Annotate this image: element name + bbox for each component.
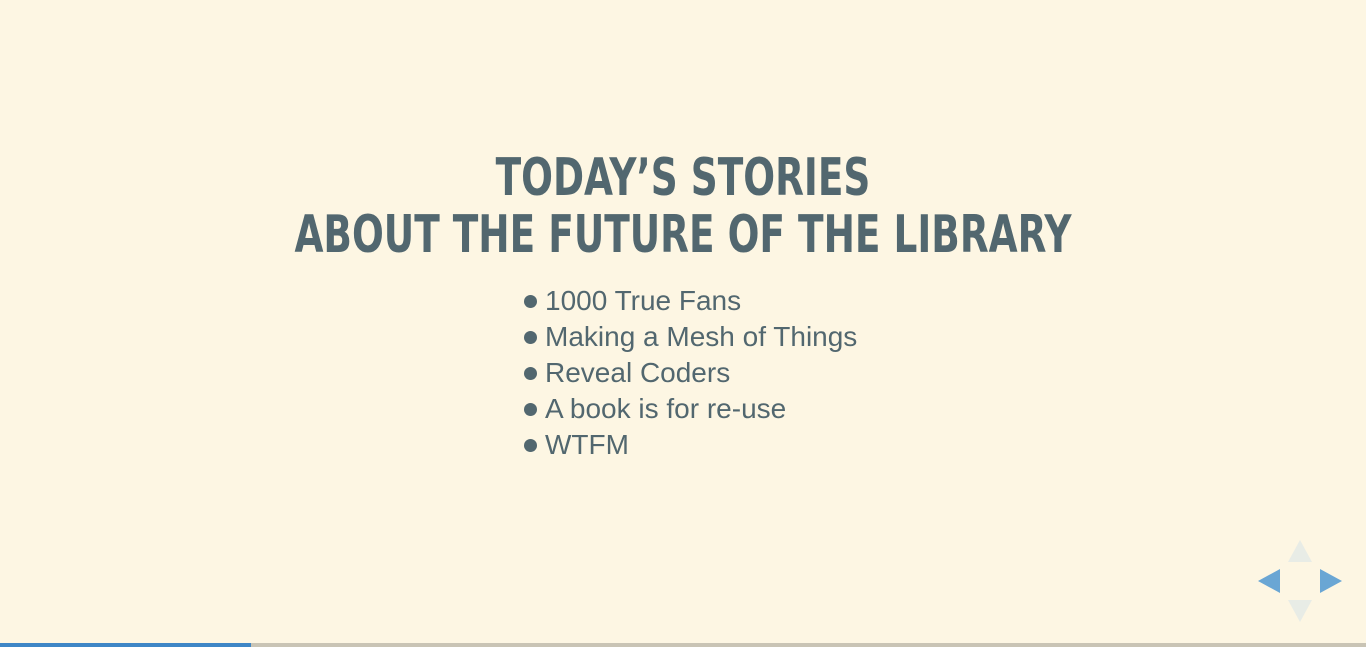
- list-item-text: Making a Mesh of Things: [545, 321, 858, 352]
- list-item-text: A book is for re-use: [545, 393, 787, 424]
- story-list: 1000 True Fans Making a Mesh of Things R…: [524, 283, 857, 463]
- list-item: A book is for re-use: [524, 391, 857, 427]
- progress-bar: [0, 643, 1366, 647]
- bullet-icon: [524, 402, 537, 416]
- nav-down-icon: [1288, 600, 1312, 622]
- list-item-text: 1000 True Fans: [545, 285, 742, 316]
- nav-left-icon[interactable]: [1258, 569, 1280, 593]
- list-item: WTFM: [524, 427, 857, 463]
- list-item: Reveal Coders: [524, 355, 857, 391]
- progress-fill: [0, 643, 252, 647]
- bullet-icon: [524, 438, 537, 452]
- list-item: Making a Mesh of Things: [524, 319, 857, 355]
- bullet-icon: [524, 294, 537, 308]
- navigation-controls: [1256, 538, 1344, 624]
- slide: Today’s Stories About the Future of the …: [0, 0, 1366, 647]
- list-item: 1000 True Fans: [524, 283, 857, 319]
- list-item-text: Reveal Coders: [545, 357, 731, 388]
- list-item-text: WTFM: [545, 429, 629, 460]
- slide-title-line-1: Today’s Stories: [495, 148, 871, 208]
- nav-right-icon[interactable]: [1320, 569, 1342, 593]
- nav-up-icon: [1288, 540, 1312, 562]
- slide-title-line-2: About the Future of the Library: [294, 205, 1072, 265]
- bullet-icon: [524, 366, 537, 380]
- bullet-icon: [524, 330, 537, 344]
